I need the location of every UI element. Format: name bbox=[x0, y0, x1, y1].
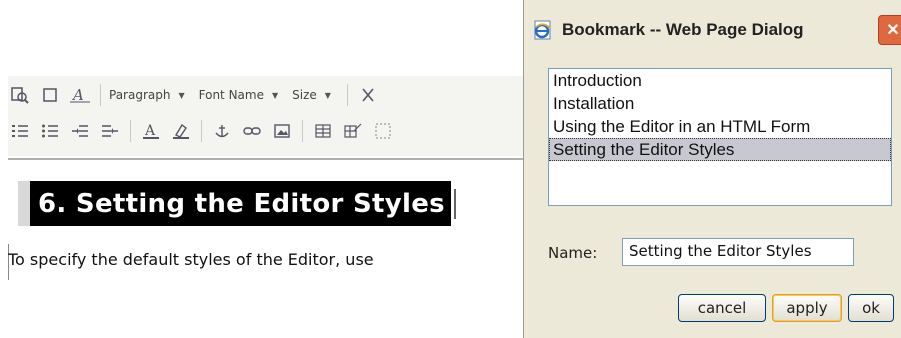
image-icon[interactable] bbox=[270, 120, 294, 142]
editor-pane: A Paragraph ▼ Font Name ▼ Size ▼ A 6. Se… bbox=[0, 0, 530, 338]
cut-icon[interactable] bbox=[356, 84, 380, 106]
svg-text:A: A bbox=[144, 123, 156, 139]
numbered-list-icon[interactable] bbox=[8, 120, 32, 142]
editor-paragraph[interactable]: To specify the default styles of the Edi… bbox=[8, 250, 528, 269]
font-name-dropdown[interactable]: Font Name ▼ bbox=[199, 88, 279, 102]
select-all-icon[interactable] bbox=[38, 84, 62, 106]
toolbar-separator bbox=[201, 120, 202, 142]
bookmark-list-item[interactable]: Introduction bbox=[549, 69, 891, 92]
find-icon[interactable] bbox=[8, 84, 32, 106]
font-color-icon[interactable]: A bbox=[139, 120, 163, 142]
indent-icon[interactable] bbox=[68, 120, 92, 142]
heading-margin-marker bbox=[18, 181, 30, 226]
paragraph-dropdown-label: Paragraph bbox=[109, 88, 171, 102]
size-dropdown[interactable]: Size ▼ bbox=[292, 88, 331, 102]
outdent-icon[interactable] bbox=[98, 120, 122, 142]
text-style-icon[interactable]: A bbox=[68, 84, 92, 106]
selected-heading-text[interactable]: 6. Setting the Editor Styles bbox=[30, 181, 451, 226]
chevron-down-icon: ▼ bbox=[178, 90, 185, 100]
bookmark-list-item[interactable]: Installation bbox=[549, 92, 891, 115]
bookmark-list-item[interactable]: Using the Editor in an HTML Form bbox=[549, 115, 891, 138]
editor-heading[interactable]: 6. Setting the Editor Styles bbox=[18, 181, 456, 226]
cancel-button[interactable]: cancel bbox=[678, 294, 766, 322]
apply-button[interactable]: apply bbox=[772, 294, 842, 322]
size-dropdown-label: Size bbox=[292, 88, 317, 102]
form-icon[interactable] bbox=[371, 120, 395, 142]
text-caret bbox=[453, 188, 456, 219]
close-button[interactable]: ✕ bbox=[878, 15, 901, 45]
toolbar-row-1: A Paragraph ▼ Font Name ▼ Size ▼ bbox=[8, 80, 386, 110]
anchor-icon[interactable] bbox=[210, 120, 234, 142]
name-label: Name: bbox=[548, 244, 598, 262]
dialog-titlebar[interactable]: Bookmark -- Web Page Dialog ✕ bbox=[524, 10, 901, 50]
editor-divider bbox=[8, 158, 528, 160]
font-name-dropdown-label: Font Name bbox=[198, 88, 264, 102]
bookmark-listbox[interactable]: Introduction Installation Using the Edit… bbox=[548, 68, 892, 206]
link-icon[interactable] bbox=[240, 120, 264, 142]
toolbar-separator bbox=[346, 84, 348, 106]
toolbar-separator bbox=[302, 120, 303, 142]
chevron-down-icon: ▼ bbox=[324, 90, 331, 100]
toolbar-row-2: A bbox=[8, 116, 401, 146]
chevron-down-icon: ▼ bbox=[271, 90, 279, 100]
bookmark-list-item-selected[interactable]: Setting the Editor Styles bbox=[549, 138, 891, 161]
edit-table-icon[interactable] bbox=[341, 120, 365, 142]
name-input[interactable]: Setting the Editor Styles bbox=[622, 238, 854, 266]
svg-text:A: A bbox=[71, 86, 84, 104]
ie-page-icon bbox=[532, 19, 554, 41]
bulleted-list-icon[interactable] bbox=[38, 120, 62, 142]
highlight-icon[interactable] bbox=[169, 120, 193, 142]
toolbar-separator bbox=[100, 84, 101, 106]
bookmark-dialog: Bookmark -- Web Page Dialog ✕ Introducti… bbox=[523, 0, 901, 338]
ok-button[interactable]: ok bbox=[848, 294, 894, 322]
toolbar-separator bbox=[130, 120, 131, 142]
dialog-title: Bookmark -- Web Page Dialog bbox=[562, 20, 804, 39]
paragraph-dropdown[interactable]: Paragraph ▼ bbox=[109, 88, 185, 102]
close-icon: ✕ bbox=[886, 22, 900, 39]
table-icon[interactable] bbox=[311, 120, 335, 142]
editor-toolbar: A Paragraph ▼ Font Name ▼ Size ▼ A bbox=[8, 76, 528, 156]
